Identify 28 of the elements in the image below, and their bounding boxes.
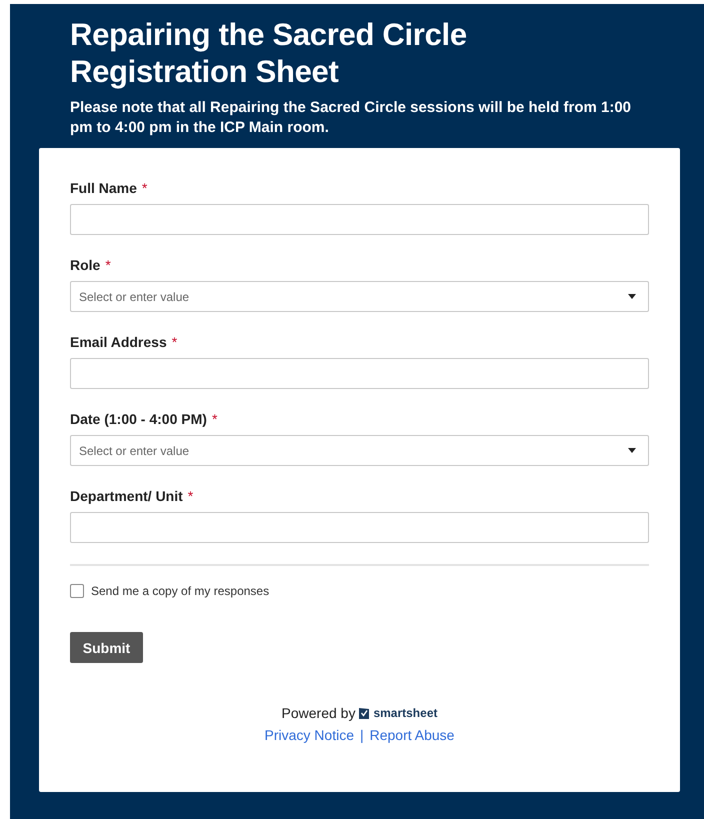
input-field[interactable]: [70, 204, 649, 235]
select-field[interactable]: Select or enter value: [70, 435, 649, 466]
field-label: Date (1:00 - 4:00 PM): [70, 411, 207, 427]
field-label: Department/ Unit: [70, 488, 183, 504]
link-separator: |: [360, 727, 364, 743]
checkbox[interactable]: [70, 584, 84, 598]
brand-name: smartsheet: [373, 706, 438, 720]
caret-icon: [628, 448, 636, 453]
powered-by-text: Powered by: [282, 705, 356, 721]
checkmark-logo-icon: [359, 708, 370, 718]
submit-button[interactable]: Submit: [70, 632, 143, 663]
required-mark: *: [188, 488, 194, 504]
field-label: Full Name: [70, 180, 137, 196]
required-mark: *: [105, 257, 111, 273]
footer-link[interactable]: Privacy Notice: [264, 727, 354, 743]
input-field[interactable]: [70, 512, 649, 543]
checkbox-label[interactable]: Send me a copy of my responses: [91, 584, 270, 598]
required-mark: *: [142, 180, 148, 196]
required-mark: *: [172, 334, 178, 350]
form-title: Repairing the Sacred Circle Registration Sheet: [70, 16, 468, 90]
select-field[interactable]: Select or enter value: [70, 281, 649, 312]
field-label: Role: [70, 257, 100, 273]
required-mark: *: [212, 411, 218, 427]
field-label: Email Address: [70, 334, 167, 350]
input-field[interactable]: [70, 358, 649, 389]
form-note: Please note that all Repairing the Sacred Circle sessions will be held from 1:00 pm to 4:00 pm in the ICP Main room.: [70, 98, 632, 138]
caret-icon: [628, 294, 636, 299]
footer-link[interactable]: Report Abuse: [370, 727, 454, 743]
